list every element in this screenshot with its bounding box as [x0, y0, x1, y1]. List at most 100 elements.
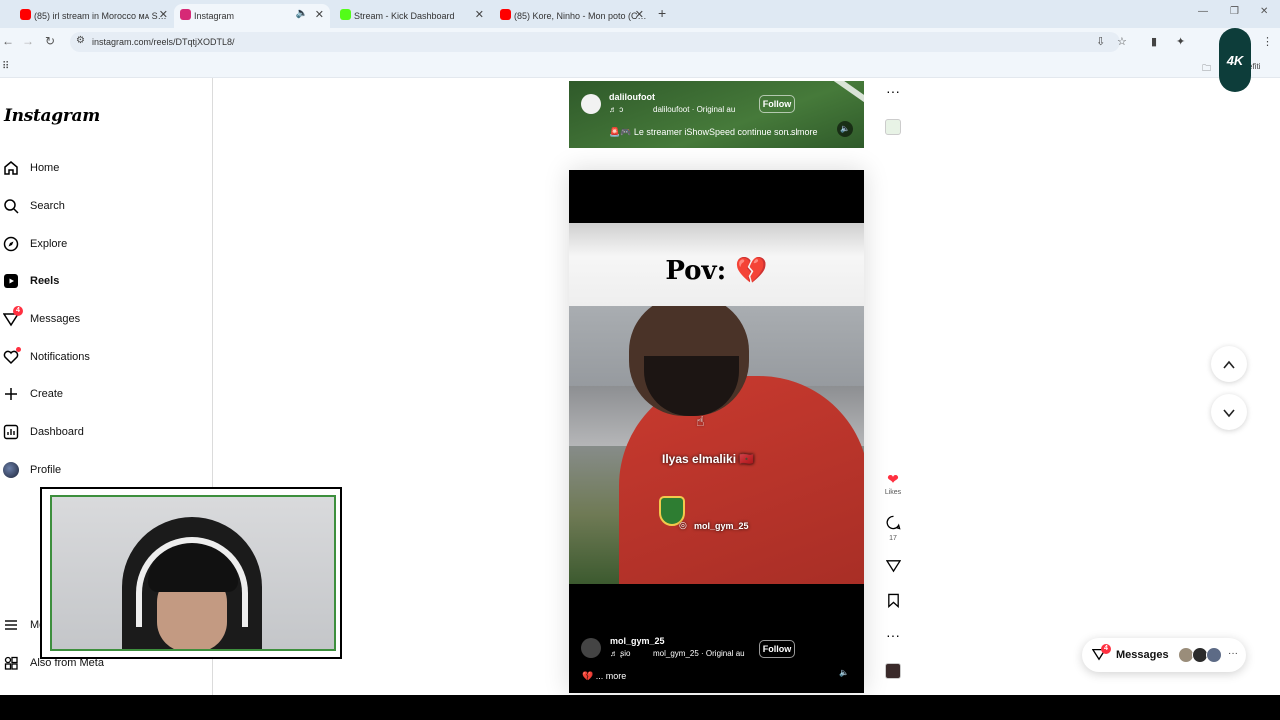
avatar[interactable] [581, 94, 601, 114]
meta-apps-icon [3, 655, 19, 671]
sidebar-item-reels[interactable]: Reels [0, 266, 200, 296]
sidebar-item-home[interactable]: Home [0, 153, 200, 183]
tab-title: (85) irl stream in Morocco ᴍᴀ S… [34, 11, 167, 21]
follow-button[interactable]: Follow [759, 640, 795, 658]
sidebar-item-explore[interactable]: Explore [0, 229, 200, 259]
install-app-icon[interactable]: ⇩ [1096, 35, 1105, 48]
new-tab-button[interactable]: + [658, 5, 666, 21]
reel-caption[interactable]: 💔 ... more [582, 671, 626, 682]
mute-icon[interactable]: 🔈 [836, 665, 852, 681]
chevron-down-icon [1223, 409, 1235, 417]
more-options-button[interactable]: ··· [876, 627, 910, 643]
save-button[interactable] [876, 593, 910, 611]
reel-actions-column: ··· ❤ Likes 17 ··· [876, 81, 910, 693]
profile-logo-badge: 4K [1219, 28, 1251, 92]
tab-instagram[interactable]: Instagram 🔈 ✕ [174, 4, 330, 28]
caption-more-link[interactable]: ... more [787, 127, 818, 137]
reel-audio-label[interactable]: mol_gym_25 · Original au [653, 649, 745, 658]
more-options-button[interactable]: ··· [876, 83, 910, 99]
folder-icon[interactable]: 🗀 [1202, 61, 1211, 77]
messages-badge: 4 [1101, 644, 1111, 654]
extensions-icon[interactable]: ✦ [1176, 35, 1185, 48]
close-window-button[interactable]: ✕ [1260, 6, 1268, 17]
messages-pill[interactable]: 4 Messages ··· [1082, 638, 1246, 672]
send-icon [876, 558, 910, 576]
notification-dot [16, 347, 21, 352]
tab-kick-dashboard[interactable]: Stream - Kick Dashboard ✕ [334, 4, 490, 28]
minimize-button[interactable]: — [1198, 6, 1208, 17]
bookmarks-bar: ⠿ 🗀 efiti [0, 56, 1280, 78]
comment-button[interactable]: 17 [876, 515, 910, 542]
close-tab-icon[interactable]: ✕ [315, 8, 324, 21]
reel-username[interactable]: daliloufoot [609, 92, 655, 102]
sidebar-item-create[interactable]: Create [0, 379, 200, 409]
next-reel-button[interactable] [1211, 394, 1247, 430]
reload-icon[interactable]: ↻ [45, 34, 55, 48]
close-tab-icon[interactable]: ✕ [475, 8, 484, 21]
reel-card-previous[interactable]: daliloufoot ♬ ɔ daliloufoot · Original a… [569, 81, 864, 148]
taskbar-strip [0, 695, 1280, 720]
sidebar-item-profile[interactable]: Profile [0, 455, 200, 485]
sidebar-item-label: Search [30, 200, 65, 212]
close-tab-icon[interactable]: ✕ [159, 8, 168, 21]
like-button[interactable]: ❤ Likes [876, 471, 910, 496]
sidebar-item-label: Messages [30, 313, 81, 325]
sidebar-item-search[interactable]: Search [0, 191, 200, 221]
reel-card-current[interactable]: Pov: 💔 Ilyas elmaliki 🇲🇦 ◎ mol_gym_25 mo… [569, 170, 864, 693]
sidebar-item-messages[interactable]: 4 Messages [0, 304, 200, 334]
site-info-icon[interactable]: ⚙ [76, 35, 85, 46]
tab-title: (85) Kore, Ninho - Mon poto (C… [514, 11, 647, 21]
reel-video[interactable] [569, 306, 864, 584]
sidebar-item-dashboard[interactable]: Dashboard [0, 417, 200, 447]
instagram-watermark-icon: ◎ [679, 520, 687, 530]
more-icon: ··· [1228, 648, 1238, 659]
tab-youtube-music[interactable]: (85) Kore, Ninho - Mon poto (C… ✕ [494, 4, 650, 28]
dashboard-icon [3, 424, 19, 440]
chevron-up-icon [1223, 360, 1235, 369]
instagram-favicon-icon [180, 9, 191, 20]
reel-username[interactable]: mol_gym_25 [610, 636, 665, 646]
audio-thumbnail[interactable] [885, 663, 901, 679]
reading-list-icon[interactable]: ▮ [1151, 35, 1157, 48]
kick-favicon-icon [340, 9, 351, 20]
reel-audio-label[interactable]: daliloufoot · Original au [653, 105, 735, 114]
restore-button[interactable]: ❐ [1230, 6, 1239, 17]
profile-badge-text: 4K [1226, 52, 1244, 68]
apps-grid-icon[interactable]: ⠿ [2, 61, 9, 72]
plus-icon [3, 386, 19, 402]
instagram-logo[interactable]: Instagram [4, 106, 100, 126]
avatar[interactable] [581, 638, 601, 658]
tab-title: Stream - Kick Dashboard [354, 11, 455, 21]
sidebar-item-notifications[interactable]: Notifications [0, 342, 200, 372]
sidebar-item-label: Reels [30, 275, 60, 287]
reels-icon [3, 273, 19, 289]
comment-icon [876, 515, 910, 533]
avatar [3, 462, 19, 478]
follow-button[interactable]: Follow [759, 95, 795, 113]
browser-menu-icon[interactable]: ⋮ [1262, 35, 1273, 48]
webcam-overlay [40, 487, 342, 659]
home-icon [3, 160, 19, 176]
reel-audio-icon: ♬ ʂio [610, 649, 631, 658]
overlay-watermark-text: mol_gym_25 [694, 521, 749, 531]
audio-thumbnail[interactable] [885, 119, 901, 135]
tab-youtube-stream[interactable]: (85) irl stream in Morocco ᴍᴀ S… ✕ [14, 4, 174, 28]
sidebar-item-label: Explore [30, 238, 68, 250]
reel-overlay-title: Pov: 💔 [665, 256, 768, 286]
sidebar-item-label: Profile [30, 464, 62, 476]
speaker-icon[interactable]: 🔈 [296, 8, 308, 19]
sidebar-item-label: Dashboard [30, 426, 84, 438]
mute-icon[interactable]: 🔈 [837, 121, 853, 137]
browser-tab-bar: (85) irl stream in Morocco ᴍᴀ S… ✕ Insta… [0, 0, 1280, 28]
close-tab-icon[interactable]: ✕ [635, 8, 644, 21]
youtube-favicon-icon [500, 9, 511, 20]
likes-label: Likes [884, 489, 902, 496]
share-button[interactable] [876, 558, 910, 576]
bookmark-icon [876, 593, 910, 611]
forward-icon[interactable]: → [22, 34, 34, 48]
bookmark-star-icon[interactable]: ☆ [1117, 35, 1127, 48]
url-field[interactable]: ⚙ instagram.com/reels/DTqtjXODTL8/ [70, 32, 1120, 52]
back-icon[interactable]: ← [2, 34, 14, 48]
avatar [1206, 647, 1222, 663]
previous-reel-button[interactable] [1211, 346, 1247, 382]
